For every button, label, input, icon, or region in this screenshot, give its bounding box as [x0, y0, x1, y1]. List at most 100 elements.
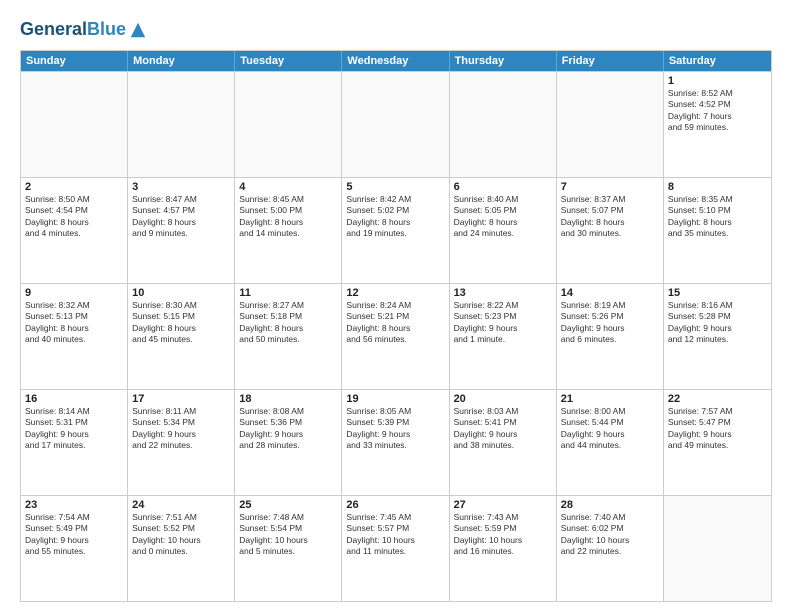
day-info: Sunrise: 7:54 AM Sunset: 5:49 PM Dayligh…: [25, 512, 123, 558]
logo-text: GeneralBlue: [20, 20, 147, 40]
calendar-cell: 2Sunrise: 8:50 AM Sunset: 4:54 PM Daylig…: [21, 178, 128, 283]
calendar-row-3: 16Sunrise: 8:14 AM Sunset: 5:31 PM Dayli…: [21, 389, 771, 495]
day-info: Sunrise: 8:42 AM Sunset: 5:02 PM Dayligh…: [346, 194, 444, 240]
calendar-cell: [342, 72, 449, 177]
day-number: 12: [346, 287, 444, 299]
day-number: 22: [668, 393, 767, 405]
day-info: Sunrise: 8:27 AM Sunset: 5:18 PM Dayligh…: [239, 300, 337, 346]
header-day-sunday: Sunday: [21, 51, 128, 71]
day-number: 6: [454, 181, 552, 193]
day-info: Sunrise: 8:00 AM Sunset: 5:44 PM Dayligh…: [561, 406, 659, 452]
day-info: Sunrise: 8:22 AM Sunset: 5:23 PM Dayligh…: [454, 300, 552, 346]
calendar-cell: 13Sunrise: 8:22 AM Sunset: 5:23 PM Dayli…: [450, 284, 557, 389]
day-number: 14: [561, 287, 659, 299]
calendar-cell: 15Sunrise: 8:16 AM Sunset: 5:28 PM Dayli…: [664, 284, 771, 389]
logo: GeneralBlue: [20, 20, 147, 40]
day-info: Sunrise: 8:03 AM Sunset: 5:41 PM Dayligh…: [454, 406, 552, 452]
day-number: 23: [25, 499, 123, 511]
calendar-cell: [235, 72, 342, 177]
calendar-cell: [664, 496, 771, 601]
calendar-cell: 24Sunrise: 7:51 AM Sunset: 5:52 PM Dayli…: [128, 496, 235, 601]
day-number: 2: [25, 181, 123, 193]
calendar-cell: [450, 72, 557, 177]
calendar-cell: [128, 72, 235, 177]
calendar-cell: 6Sunrise: 8:40 AM Sunset: 5:05 PM Daylig…: [450, 178, 557, 283]
day-info: Sunrise: 8:14 AM Sunset: 5:31 PM Dayligh…: [25, 406, 123, 452]
day-info: Sunrise: 7:48 AM Sunset: 5:54 PM Dayligh…: [239, 512, 337, 558]
calendar: SundayMondayTuesdayWednesdayThursdayFrid…: [20, 50, 772, 602]
calendar-cell: 10Sunrise: 8:30 AM Sunset: 5:15 PM Dayli…: [128, 284, 235, 389]
calendar-cell: 14Sunrise: 8:19 AM Sunset: 5:26 PM Dayli…: [557, 284, 664, 389]
day-number: 17: [132, 393, 230, 405]
day-info: Sunrise: 8:40 AM Sunset: 5:05 PM Dayligh…: [454, 194, 552, 240]
calendar-cell: 5Sunrise: 8:42 AM Sunset: 5:02 PM Daylig…: [342, 178, 449, 283]
day-info: Sunrise: 8:50 AM Sunset: 4:54 PM Dayligh…: [25, 194, 123, 240]
day-number: 26: [346, 499, 444, 511]
calendar-cell: 18Sunrise: 8:08 AM Sunset: 5:36 PM Dayli…: [235, 390, 342, 495]
calendar-cell: 7Sunrise: 8:37 AM Sunset: 5:07 PM Daylig…: [557, 178, 664, 283]
header-day-wednesday: Wednesday: [342, 51, 449, 71]
calendar-cell: 25Sunrise: 7:48 AM Sunset: 5:54 PM Dayli…: [235, 496, 342, 601]
calendar-cell: 4Sunrise: 8:45 AM Sunset: 5:00 PM Daylig…: [235, 178, 342, 283]
day-number: 15: [668, 287, 767, 299]
calendar-cell: 8Sunrise: 8:35 AM Sunset: 5:10 PM Daylig…: [664, 178, 771, 283]
day-info: Sunrise: 8:19 AM Sunset: 5:26 PM Dayligh…: [561, 300, 659, 346]
calendar-cell: 17Sunrise: 8:11 AM Sunset: 5:34 PM Dayli…: [128, 390, 235, 495]
calendar-cell: 11Sunrise: 8:27 AM Sunset: 5:18 PM Dayli…: [235, 284, 342, 389]
day-info: Sunrise: 8:35 AM Sunset: 5:10 PM Dayligh…: [668, 194, 767, 240]
day-info: Sunrise: 8:05 AM Sunset: 5:39 PM Dayligh…: [346, 406, 444, 452]
calendar-cell: 23Sunrise: 7:54 AM Sunset: 5:49 PM Dayli…: [21, 496, 128, 601]
day-number: 1: [668, 75, 767, 87]
header-day-monday: Monday: [128, 51, 235, 71]
header: GeneralBlue: [20, 16, 772, 40]
calendar-body: 1Sunrise: 8:52 AM Sunset: 4:52 PM Daylig…: [21, 71, 771, 601]
calendar-cell: 26Sunrise: 7:45 AM Sunset: 5:57 PM Dayli…: [342, 496, 449, 601]
day-info: Sunrise: 8:30 AM Sunset: 5:15 PM Dayligh…: [132, 300, 230, 346]
calendar-cell: 22Sunrise: 7:57 AM Sunset: 5:47 PM Dayli…: [664, 390, 771, 495]
calendar-cell: 19Sunrise: 8:05 AM Sunset: 5:39 PM Dayli…: [342, 390, 449, 495]
day-number: 8: [668, 181, 767, 193]
day-number: 5: [346, 181, 444, 193]
day-number: 27: [454, 499, 552, 511]
day-info: Sunrise: 7:40 AM Sunset: 6:02 PM Dayligh…: [561, 512, 659, 558]
day-number: 28: [561, 499, 659, 511]
day-number: 21: [561, 393, 659, 405]
day-number: 11: [239, 287, 337, 299]
day-number: 3: [132, 181, 230, 193]
calendar-cell: 9Sunrise: 8:32 AM Sunset: 5:13 PM Daylig…: [21, 284, 128, 389]
calendar-cell: 1Sunrise: 8:52 AM Sunset: 4:52 PM Daylig…: [664, 72, 771, 177]
day-number: 7: [561, 181, 659, 193]
header-day-friday: Friday: [557, 51, 664, 71]
day-info: Sunrise: 7:51 AM Sunset: 5:52 PM Dayligh…: [132, 512, 230, 558]
day-info: Sunrise: 8:52 AM Sunset: 4:52 PM Dayligh…: [668, 88, 767, 134]
day-info: Sunrise: 8:08 AM Sunset: 5:36 PM Dayligh…: [239, 406, 337, 452]
calendar-row-4: 23Sunrise: 7:54 AM Sunset: 5:49 PM Dayli…: [21, 495, 771, 601]
day-info: Sunrise: 8:24 AM Sunset: 5:21 PM Dayligh…: [346, 300, 444, 346]
calendar-cell: 27Sunrise: 7:43 AM Sunset: 5:59 PM Dayli…: [450, 496, 557, 601]
calendar-cell: 21Sunrise: 8:00 AM Sunset: 5:44 PM Dayli…: [557, 390, 664, 495]
day-number: 4: [239, 181, 337, 193]
day-number: 18: [239, 393, 337, 405]
day-number: 16: [25, 393, 123, 405]
calendar-row-1: 2Sunrise: 8:50 AM Sunset: 4:54 PM Daylig…: [21, 177, 771, 283]
day-info: Sunrise: 8:11 AM Sunset: 5:34 PM Dayligh…: [132, 406, 230, 452]
calendar-header: SundayMondayTuesdayWednesdayThursdayFrid…: [21, 51, 771, 71]
calendar-row-0: 1Sunrise: 8:52 AM Sunset: 4:52 PM Daylig…: [21, 71, 771, 177]
day-number: 19: [346, 393, 444, 405]
header-day-tuesday: Tuesday: [235, 51, 342, 71]
day-info: Sunrise: 8:37 AM Sunset: 5:07 PM Dayligh…: [561, 194, 659, 240]
day-info: Sunrise: 7:57 AM Sunset: 5:47 PM Dayligh…: [668, 406, 767, 452]
header-day-saturday: Saturday: [664, 51, 771, 71]
day-info: Sunrise: 7:45 AM Sunset: 5:57 PM Dayligh…: [346, 512, 444, 558]
calendar-cell: [557, 72, 664, 177]
day-info: Sunrise: 8:47 AM Sunset: 4:57 PM Dayligh…: [132, 194, 230, 240]
day-number: 9: [25, 287, 123, 299]
page: GeneralBlue SundayMondayTuesdayWednesday…: [0, 0, 792, 612]
calendar-cell: 20Sunrise: 8:03 AM Sunset: 5:41 PM Dayli…: [450, 390, 557, 495]
calendar-row-2: 9Sunrise: 8:32 AM Sunset: 5:13 PM Daylig…: [21, 283, 771, 389]
day-info: Sunrise: 8:45 AM Sunset: 5:00 PM Dayligh…: [239, 194, 337, 240]
day-number: 10: [132, 287, 230, 299]
day-number: 25: [239, 499, 337, 511]
day-number: 13: [454, 287, 552, 299]
calendar-cell: 16Sunrise: 8:14 AM Sunset: 5:31 PM Dayli…: [21, 390, 128, 495]
